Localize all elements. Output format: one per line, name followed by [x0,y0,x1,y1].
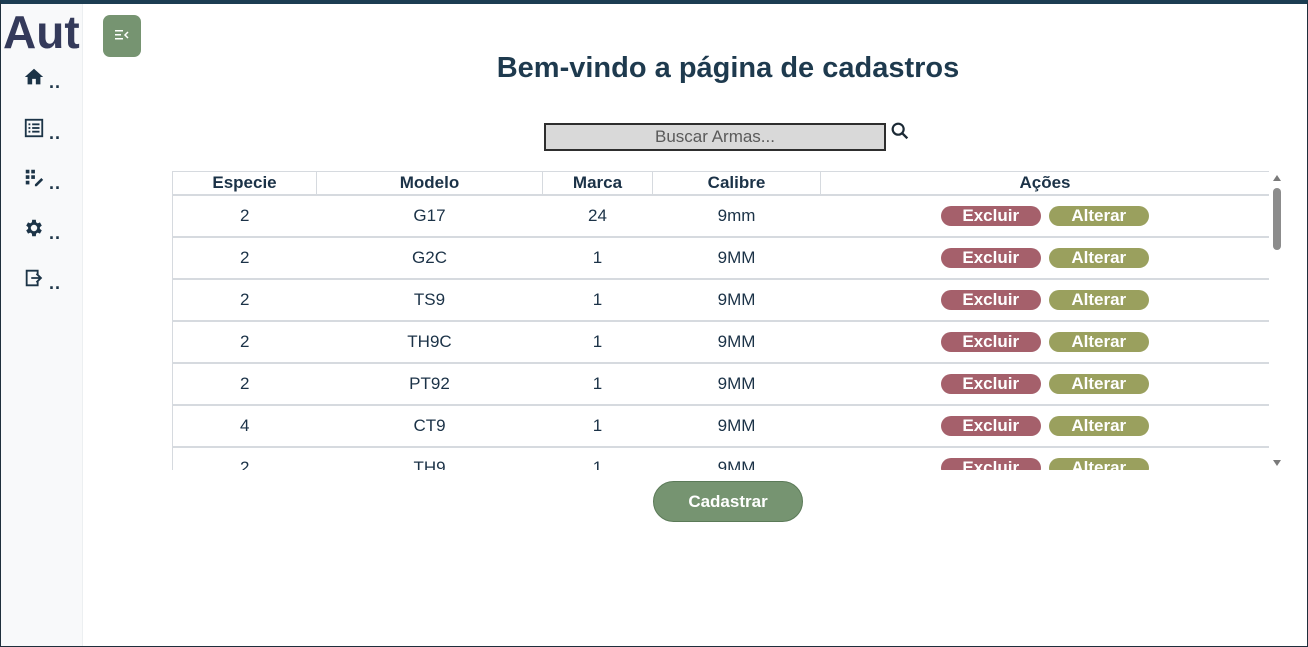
cell-actions: Excluir Alterar [820,363,1270,406]
delete-button[interactable]: Excluir [940,416,1041,436]
delete-button[interactable]: Excluir [940,374,1041,394]
sidebar-item-home[interactable]: .. [23,66,73,98]
cell-modelo: TH9 [316,447,543,470]
sidebar-item-label: .. [49,123,62,143]
alter-button[interactable]: Alterar [1048,374,1149,394]
table-row: 2 G17 24 9mm Excluir Alterar [172,195,1270,238]
delete-button[interactable]: Excluir [940,332,1041,352]
logout-icon [25,269,43,287]
page-title: Bem-vindo a página de cadastros [496,52,960,84]
scroll-down-arrow-icon[interactable] [1273,460,1281,466]
cell-modelo: CT9 [316,405,543,448]
cell-modelo: PT92 [316,363,543,406]
cell-calibre: 9mm [652,195,821,238]
home-icon [24,68,44,85]
cell-marca: 24 [542,195,653,238]
alter-button[interactable]: Alterar [1048,458,1149,470]
scroll-up-arrow-icon[interactable] [1273,175,1281,181]
register-button[interactable]: Cadastrar [653,481,803,522]
column-header-acoes: Ações [820,171,1270,196]
table-row: 2 TS9 1 9MM Excluir Alterar [172,279,1270,322]
cell-actions: Excluir Alterar [820,237,1270,280]
sidebar-item-label: .. [49,223,62,243]
cell-modelo: TH9C [316,321,543,364]
edit-grid-icon [25,169,44,187]
alter-button[interactable]: Alterar [1048,248,1149,268]
cell-modelo: TS9 [316,279,543,322]
brand-logo: Aut [3,6,80,58]
table-row: 2 TH9C 1 9MM Excluir Alterar [172,321,1270,364]
cell-modelo: G2C [316,237,543,280]
cell-especie: 2 [172,279,317,322]
sidebar-toggle-button[interactable] [103,15,141,57]
cell-especie: 2 [172,447,317,470]
cell-especie: 2 [172,363,317,406]
table-header-row: Especie Modelo Marca Calibre Ações [172,171,1270,196]
cell-actions: Excluir Alterar [820,405,1270,448]
search-input[interactable] [544,123,886,151]
scrollbar-thumb[interactable] [1273,188,1281,250]
delete-button[interactable]: Excluir [940,248,1041,268]
sidebar-item-label: .. [49,273,62,293]
alter-button[interactable]: Alterar [1048,290,1149,310]
cell-calibre: 9MM [652,363,821,406]
table-row: 2 TH9 1 9MM Excluir Alterar [172,447,1270,470]
sidebar-item-logout[interactable]: .. [23,267,73,299]
weapons-table: Especie Modelo Marca Calibre Ações 2 G17… [172,171,1270,470]
cell-calibre: 9MM [652,321,821,364]
column-header-marca: Marca [542,171,653,196]
cell-actions: Excluir Alterar [820,447,1270,470]
table-row: 2 G2C 1 9MM Excluir Alterar [172,237,1270,280]
table-row: 2 PT92 1 9MM Excluir Alterar [172,363,1270,406]
alter-button[interactable]: Alterar [1048,206,1149,226]
column-header-modelo: Modelo [316,171,543,196]
cell-especie: 2 [172,237,317,280]
sidebar-item-settings[interactable]: .. [23,217,73,249]
list-icon [24,118,44,138]
cell-marca: 1 [542,363,653,406]
cell-marca: 1 [542,237,653,280]
delete-button[interactable]: Excluir [940,290,1041,310]
search-bar [544,122,909,151]
cell-especie: 4 [172,405,317,448]
cell-marca: 1 [542,405,653,448]
search-icon[interactable] [889,120,911,142]
cell-modelo: G17 [316,195,543,238]
cell-marca: 1 [542,321,653,364]
sidebar: Aut .. .. .. .. .. [1,4,83,646]
column-header-calibre: Calibre [652,171,821,196]
sidebar-item-list[interactable]: .. [23,117,73,149]
sidebar-item-edit[interactable]: .. [23,167,73,199]
weapons-table-container: Especie Modelo Marca Calibre Ações 2 G17… [172,171,1286,470]
sidebar-item-label: .. [49,72,62,92]
alter-button[interactable]: Alterar [1048,416,1149,436]
table-scrollbar[interactable] [1269,171,1286,470]
column-header-especie: Especie [172,171,317,196]
table-row: 4 CT9 1 9MM Excluir Alterar [172,405,1270,448]
cell-especie: 2 [172,321,317,364]
delete-button[interactable]: Excluir [940,458,1041,470]
cell-actions: Excluir Alterar [820,321,1270,364]
gear-icon [26,219,42,237]
delete-button[interactable]: Excluir [940,206,1041,226]
cell-calibre: 9MM [652,279,821,322]
cell-marca: 1 [542,279,653,322]
cell-calibre: 9MM [652,405,821,448]
cell-actions: Excluir Alterar [820,279,1270,322]
cell-especie: 2 [172,195,317,238]
cell-calibre: 9MM [652,237,821,280]
cell-marca: 1 [542,447,653,470]
cell-actions: Excluir Alterar [820,195,1270,238]
sidebar-item-label: .. [49,173,62,193]
collapse-menu-icon [115,30,129,40]
alter-button[interactable]: Alterar [1048,332,1149,352]
cell-calibre: 9MM [652,447,821,470]
